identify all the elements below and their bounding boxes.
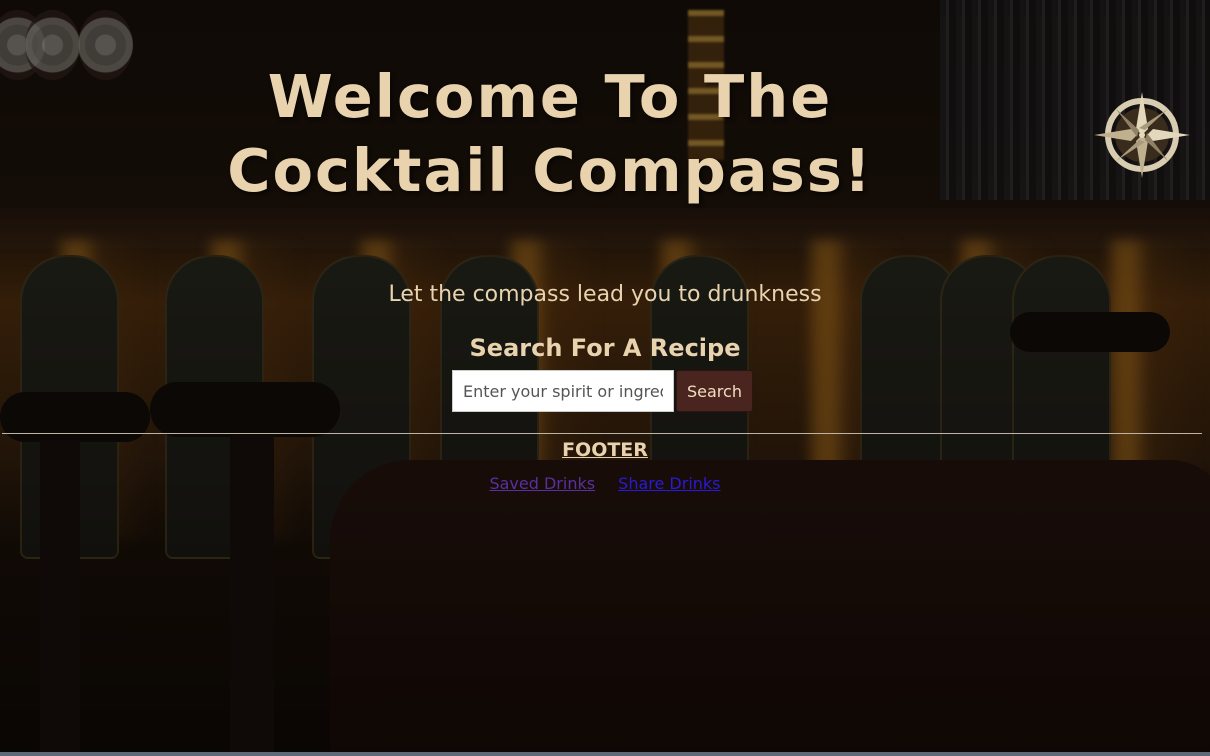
search-input[interactable] bbox=[452, 370, 674, 412]
footer-links: Saved Drinks Share Drinks bbox=[0, 472, 1210, 496]
search-form: Search bbox=[452, 370, 753, 412]
share-drinks-link[interactable]: Share Drinks bbox=[618, 474, 720, 493]
page-title: Welcome To The Cocktail Compass! bbox=[227, 62, 873, 205]
tagline: Let the compass lead you to drunkness bbox=[388, 282, 822, 307]
search-button[interactable]: Search bbox=[676, 370, 753, 412]
saved-drinks-link[interactable]: Saved Drinks bbox=[489, 474, 595, 493]
footer-heading: FOOTER bbox=[562, 439, 648, 461]
bottom-edge bbox=[0, 752, 1210, 756]
compass-rose-icon bbox=[1094, 92, 1190, 178]
search-heading: Search For A Recipe bbox=[469, 334, 741, 362]
footer-divider bbox=[2, 433, 1202, 434]
